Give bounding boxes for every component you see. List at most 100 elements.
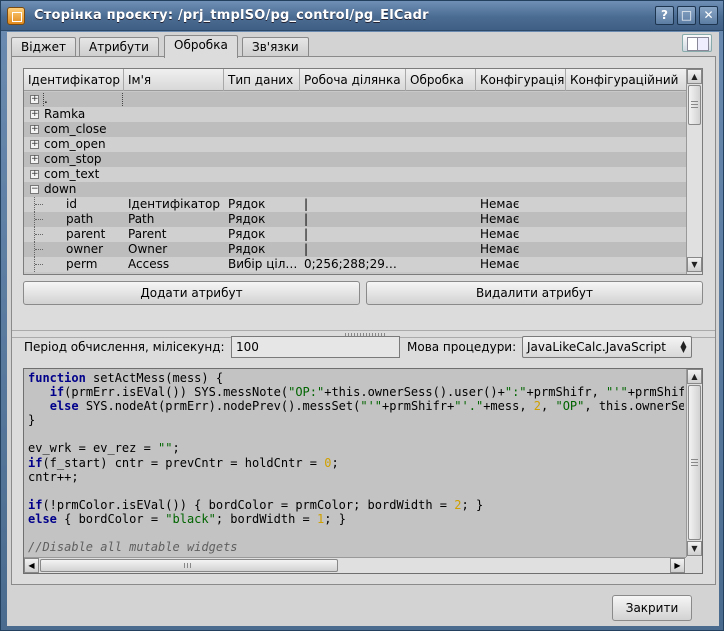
cell-id: Ramka	[44, 107, 86, 121]
scroll-thumb[interactable]	[688, 85, 701, 125]
cell-config: Немає	[480, 257, 520, 271]
cell-type: Рядок	[228, 212, 266, 226]
close-button[interactable]: Закрити	[612, 595, 692, 621]
cell-id: .	[43, 92, 123, 108]
procedure-code-editor[interactable]: function setActMess(mess) { if(prmErr.is…	[23, 368, 703, 574]
code-line: cntr++;	[28, 469, 79, 484]
help-button[interactable]: ?	[655, 6, 674, 25]
cell-id: id	[66, 197, 77, 211]
tree-vertical-scrollbar[interactable]: ▲ ▼	[686, 69, 702, 274]
code-line: ev_wrk = ev_rez = "";	[28, 441, 180, 456]
expand-icon[interactable]: +	[30, 155, 39, 164]
table-row[interactable]: id Ідентифікатор Рядок | Немає	[24, 197, 686, 212]
table-row[interactable]: perm Access Вибір ціл… 0;256;288;29… Немає	[24, 257, 686, 272]
table-row[interactable]: +.	[24, 92, 686, 108]
col-header-config-template[interactable]: Конфігураційний	[566, 69, 686, 91]
code-line: else SYS.nodeAt(prmErr).nodePrev().messS…	[49, 399, 684, 414]
cell-work-area: 0;256;288;29…	[304, 257, 397, 271]
open-document-icon[interactable]	[682, 34, 712, 52]
code-text[interactable]: function setActMess(mess) { if(prmErr.is…	[28, 371, 684, 554]
cell-type: Рядок	[228, 197, 266, 211]
cell-work-area: |	[304, 197, 309, 211]
col-header-processing[interactable]: Обробка	[406, 69, 476, 91]
cell-type: Вибір ціл…	[228, 257, 298, 271]
code-line: if(!prmColor.isEVal()) { bordColor = prm…	[28, 497, 484, 512]
expand-icon[interactable]: +	[30, 95, 39, 104]
add-attribute-button[interactable]: Додати атрибут	[23, 281, 360, 305]
expand-icon[interactable]: +	[30, 110, 39, 119]
tab-links[interactable]: Зв'язки	[242, 37, 309, 57]
collapse-icon[interactable]: −	[30, 185, 39, 194]
table-row[interactable]: + com_close	[24, 122, 686, 137]
editor-hscroll-thumb[interactable]	[40, 559, 338, 572]
cell-type: Рядок	[228, 227, 266, 241]
scroll-down-arrow-icon[interactable]: ▼	[687, 257, 702, 272]
editor-vertical-scrollbar[interactable]: ▲ ▼	[686, 369, 702, 557]
scroll-left-arrow-icon[interactable]: ◀	[24, 558, 39, 573]
cell-work-area: |	[304, 242, 309, 256]
table-row[interactable]: owner Owner Рядок | Немає	[24, 242, 686, 257]
table-row[interactable]: − down	[24, 182, 686, 197]
period-input[interactable]: 100	[231, 336, 400, 358]
processing-tab-pane: Ідентифікатор Ім'я Тип даних Робоча діля…	[11, 56, 716, 585]
table-row[interactable]: path Path Рядок | Немає	[24, 212, 686, 227]
cell-id: down	[44, 182, 77, 196]
cell-name: Ідентифікатор	[128, 197, 220, 211]
language-select[interactable]: JavaLikeCalc.JavaScript ▲ ▼	[522, 336, 692, 358]
editor-scroll-down-arrow-icon[interactable]: ▼	[687, 541, 702, 556]
cell-config: Немає	[480, 197, 520, 211]
cell-name: Owner	[128, 242, 168, 256]
table-row[interactable]: parent Parent Рядок | Немає	[24, 227, 686, 242]
expand-icon[interactable]: +	[30, 170, 39, 179]
window-title: Сторінка проєкту: /prj_tmplSO/pg_control…	[34, 8, 429, 23]
code-line: if(f_start) cntr = prevCntr = holdCntr =…	[28, 455, 339, 470]
editor-scroll-up-arrow-icon[interactable]: ▲	[687, 369, 702, 384]
cell-id: com_text	[44, 167, 100, 181]
language-select-value: JavaLikeCalc.JavaScript	[527, 340, 666, 354]
col-header-config[interactable]: Конфігурація	[476, 69, 566, 91]
tab-attributes[interactable]: Атрибути	[79, 37, 159, 57]
title-bar[interactable]: Сторінка проєкту: /prj_tmplSO/pg_control…	[1, 1, 723, 31]
code-line: else { bordColor = "black"; bordWidth = …	[28, 511, 346, 526]
table-row[interactable]: + com_stop	[24, 152, 686, 167]
cell-id: path	[66, 212, 94, 226]
scroll-corner	[686, 557, 702, 573]
scroll-right-arrow-icon[interactable]: ▶	[670, 558, 685, 573]
cell-name: Access	[128, 257, 170, 271]
select-arrows-icon: ▲ ▼	[680, 339, 687, 354]
cell-work-area: |	[304, 227, 309, 241]
cell-config: Немає	[480, 212, 520, 226]
tab-corner-widget[interactable]	[676, 32, 716, 54]
dialog-window: Сторінка проєкту: /prj_tmplSO/pg_control…	[0, 0, 724, 631]
tab-processing[interactable]: Обробка	[164, 35, 238, 58]
attributes-tree-table[interactable]: Ідентифікатор Ім'я Тип даних Робоча діля…	[23, 68, 703, 275]
col-header-type[interactable]: Тип даних	[224, 69, 300, 91]
cell-name: Path	[128, 212, 155, 226]
code-line: if(prmErr.isEVal()) SYS.messNote("OP:"+t…	[49, 385, 684, 400]
editor-scroll-thumb[interactable]	[688, 385, 701, 540]
maximize-button[interactable]: □	[677, 6, 696, 25]
cell-config: Немає	[480, 242, 520, 256]
editor-horizontal-scrollbar[interactable]: ◀ ▶	[24, 557, 686, 573]
expand-icon[interactable]: +	[30, 125, 39, 134]
cell-id: com_close	[44, 122, 107, 136]
language-label: Мова процедури:	[407, 340, 517, 354]
col-header-name[interactable]: Ім'я	[124, 69, 224, 91]
cell-id: com_open	[44, 137, 106, 151]
period-label: Період обчислення, мілісекунд:	[24, 340, 225, 354]
cell-config: Немає	[480, 227, 520, 241]
cell-type: Рядок	[228, 242, 266, 256]
expand-icon[interactable]: +	[30, 140, 39, 149]
cell-id: owner	[66, 242, 104, 256]
delete-attribute-button[interactable]: Видалити атрибут	[366, 281, 703, 305]
scroll-up-arrow-icon[interactable]: ▲	[687, 69, 702, 84]
col-header-id[interactable]: Ідентифікатор	[24, 69, 124, 91]
table-row[interactable]: + Ramka	[24, 107, 686, 122]
tab-widget[interactable]: Віджет	[11, 37, 77, 57]
close-window-button[interactable]: ✕	[699, 6, 718, 25]
cell-name: Parent	[128, 227, 167, 241]
table-row[interactable]: + com_open	[24, 137, 686, 152]
col-header-work-area[interactable]: Робоча ділянка	[300, 69, 406, 91]
table-row[interactable]: + com_text	[24, 167, 686, 182]
